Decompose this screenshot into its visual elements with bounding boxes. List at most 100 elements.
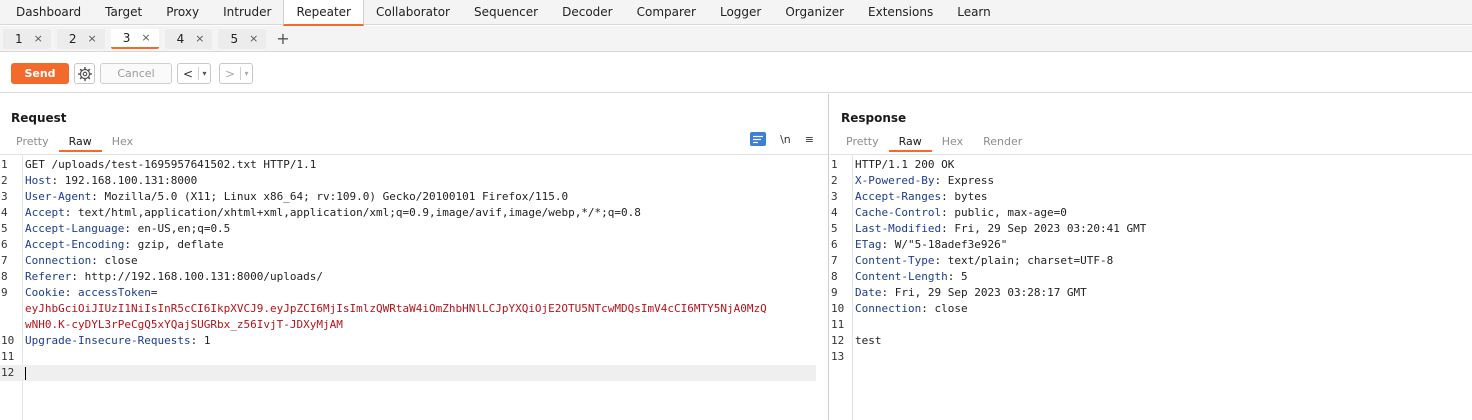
nav-tab-collaborator[interactable]: Collaborator xyxy=(364,0,462,25)
line-text: Last-Modified: Fri, 29 Sep 2023 03:20:41… xyxy=(855,221,1146,237)
response-view-tab-render[interactable]: Render xyxy=(973,132,1032,152)
close-icon[interactable]: × xyxy=(249,32,258,45)
main-nav-bar: Dashboard Target Proxy Intruder Repeater Coll… xyxy=(0,0,1472,26)
line-number: 5 xyxy=(1,222,8,235)
line-text: Accept-Encoding: gzip, deflate xyxy=(25,237,224,253)
repeater-tab-label: 2 xyxy=(68,31,77,46)
request-view-tab-raw[interactable]: Raw xyxy=(58,132,102,152)
repeater-tab-4[interactable]: 4 × xyxy=(164,28,213,49)
line-number: 8 xyxy=(1,270,8,283)
header-name: Accept xyxy=(25,206,65,219)
history-forward-group[interactable]: > ▾ xyxy=(219,63,253,84)
cookie-equals: = xyxy=(150,286,158,299)
response-view-tab-raw[interactable]: Raw xyxy=(888,132,932,152)
repeater-tab-1[interactable]: 1 × xyxy=(3,28,51,49)
show-newlines-button[interactable]: \n xyxy=(780,133,791,146)
header-name: Referer xyxy=(25,270,72,283)
header-value: Fri, 29 Sep 2023 03:28:17 GMT xyxy=(888,286,1087,299)
line-number: 3 xyxy=(1,190,8,203)
line-number: 10 xyxy=(1,334,15,347)
cancel-button[interactable]: Cancel xyxy=(100,63,172,84)
header-name: Upgrade-Insecure-Requests xyxy=(25,334,191,347)
header-name: Accept-Language xyxy=(25,222,125,235)
repeater-tab-5[interactable]: 5 × xyxy=(218,28,267,49)
request-view-tab-pretty[interactable]: Pretty xyxy=(6,132,59,152)
nav-tab-decoder[interactable]: Decoder xyxy=(550,0,625,25)
line-number: 2 xyxy=(1,174,8,187)
request-view-tab-hex[interactable]: Hex xyxy=(102,132,143,152)
line-text: wNH0.K-cyDYL3rPeCgQ5xYQajSUGRbx_z56IvjT-… xyxy=(25,317,343,333)
header-separator: : xyxy=(941,222,948,235)
nav-tab-extensions[interactable]: Extensions xyxy=(856,0,945,25)
nav-tab-intruder[interactable]: Intruder xyxy=(211,0,283,25)
header-name: Connection xyxy=(25,254,92,267)
cookie-value: eyJhbGciOiJIUzI1NiIsInR5cCI6IkpXVCJ9.eyJ… xyxy=(25,302,767,315)
line-text: Upgrade-Insecure-Requests: 1 xyxy=(25,333,210,349)
line-number: 5 xyxy=(831,222,838,235)
code-line: 9 Date: Fri, 29 Sep 2023 03:28:17 GMT xyxy=(830,285,1472,301)
response-view-tab-hex[interactable]: Hex xyxy=(932,132,973,152)
line-text: Connection: close xyxy=(25,253,138,269)
header-value: 1 xyxy=(197,334,211,347)
header-name: Cache-Control xyxy=(855,206,942,219)
header-separator: : xyxy=(941,190,948,203)
close-icon[interactable]: × xyxy=(88,32,97,45)
line-text: Connection: close xyxy=(855,301,968,317)
back-dropdown-icon[interactable]: ▾ xyxy=(198,67,210,80)
forward-arrow-icon[interactable]: > xyxy=(220,67,240,81)
header-name: Content-Type xyxy=(855,254,935,267)
request-editor[interactable]: 1 GET /uploads/test-1695957641502.txt HTT… xyxy=(0,154,828,420)
repeater-tab-label: 1 xyxy=(15,31,23,46)
response-text[interactable]: 1 HTTP/1.1 200 OK 2 X-Powered-By: Express 3 A… xyxy=(830,157,1472,365)
nav-tab-comparer[interactable]: Comparer xyxy=(625,0,708,25)
line-number: 4 xyxy=(1,206,8,219)
line-number: 6 xyxy=(831,238,838,251)
repeater-toolbar: Send Cancel < ▾ > ▾ xyxy=(0,53,1472,93)
header-name: Last-Modified xyxy=(855,222,942,235)
settings-button[interactable] xyxy=(74,63,95,84)
repeater-tab-2[interactable]: 2 × xyxy=(56,28,105,49)
nav-tab-sequencer[interactable]: Sequencer xyxy=(462,0,550,25)
header-value: GET /uploads/test-1695957641502.txt HTTP… xyxy=(25,158,317,171)
header-value: Mozilla/5.0 (X11; Linux x86_64; rv:109.0… xyxy=(97,190,569,203)
nav-tab-organizer[interactable]: Organizer xyxy=(773,0,856,25)
wrap-lines-icon[interactable] xyxy=(750,132,767,146)
line-number: 4 xyxy=(831,206,838,219)
code-line: 7 Connection: close xyxy=(0,253,828,269)
nav-tab-dashboard[interactable]: Dashboard xyxy=(0,0,93,25)
header-name: Host xyxy=(25,174,52,187)
close-icon[interactable]: × xyxy=(141,31,150,44)
add-tab-icon[interactable]: + xyxy=(276,30,289,47)
code-line: 9 Cookie: accessToken= xyxy=(0,285,828,301)
menu-icon[interactable]: ≡ xyxy=(805,133,814,146)
nav-tab-learn[interactable]: Learn xyxy=(945,0,1003,25)
send-button[interactable]: Send xyxy=(11,63,69,84)
header-name: User-Agent xyxy=(25,190,92,203)
header-separator: : xyxy=(921,302,928,315)
nav-tab-logger[interactable]: Logger xyxy=(708,0,773,25)
forward-dropdown-icon[interactable]: ▾ xyxy=(240,67,252,80)
header-value: en-US,en;q=0.5 xyxy=(130,222,231,235)
line-text: test xyxy=(855,333,882,349)
nav-tab-proxy[interactable]: Proxy xyxy=(154,0,211,25)
response-editor[interactable]: 1 HTTP/1.1 200 OK 2 X-Powered-By: Express 3 A… xyxy=(830,154,1472,420)
nav-tab-target[interactable]: Target xyxy=(93,0,154,25)
nav-tab-repeater[interactable]: Repeater xyxy=(283,0,364,26)
code-line: 12 xyxy=(0,365,816,381)
header-separator: : xyxy=(124,222,131,235)
line-text: eyJhbGciOiJIUzI1NiIsInR5cCI6IkpXVCJ9.eyJ… xyxy=(25,301,767,317)
code-line: 7 Content-Type: text/plain; charset=UTF-8 xyxy=(830,253,1472,269)
response-view-tab-pretty[interactable]: Pretty xyxy=(836,132,889,152)
line-text: X-Powered-By: Express xyxy=(855,173,994,189)
history-back-group[interactable]: < ▾ xyxy=(177,63,211,84)
header-separator: : xyxy=(124,238,131,251)
code-line: eyJhbGciOiJIUzI1NiIsInR5cCI6IkpXVCJ9.eyJ… xyxy=(0,301,828,317)
repeater-tab-3[interactable]: 3 × xyxy=(110,28,159,49)
close-icon[interactable]: × xyxy=(34,32,43,45)
code-line: 2 Host: 192.168.100.131:8000 xyxy=(0,173,828,189)
line-number: 10 xyxy=(831,302,845,315)
response-view-tabs: Pretty Raw Hex Render xyxy=(836,132,1032,152)
request-text[interactable]: 1 GET /uploads/test-1695957641502.txt HTT… xyxy=(0,157,828,381)
back-arrow-icon[interactable]: < xyxy=(178,67,198,81)
close-icon[interactable]: × xyxy=(195,32,204,45)
